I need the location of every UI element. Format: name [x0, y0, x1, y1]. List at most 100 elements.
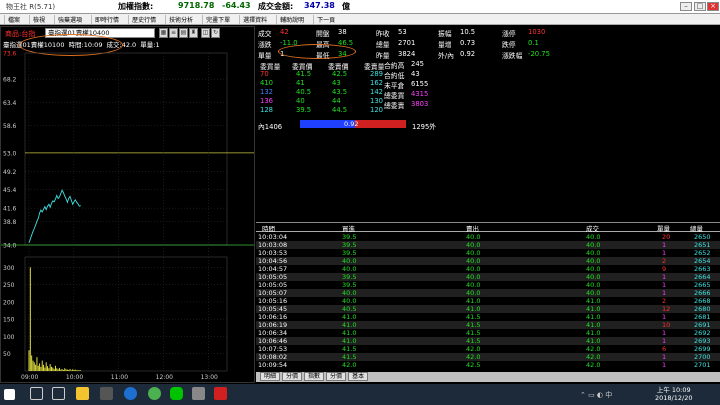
toolbar-shop-icon[interactable]: ♜ — [189, 28, 198, 38]
clock-date: 2018/12/20 — [655, 394, 693, 402]
trade-cell: 40.0 — [466, 289, 481, 297]
taskbar-clock[interactable]: 上午 10:09 2018/12/20 — [655, 386, 692, 402]
trade-cell: 2666 — [694, 289, 711, 297]
inner-volume: 內1406 — [258, 123, 283, 131]
close-icon[interactable]: × — [707, 2, 719, 11]
tab-price-dist-2[interactable]: 分價 — [326, 372, 347, 381]
trade-row[interactable]: 10:06:19 41.0 41.5 41.0 10 2691 — [256, 321, 720, 329]
price-point — [30, 238, 31, 240]
taskbar: ⌃ ▭ ◐ 中 上午 10:09 2018/12/20 — [0, 384, 720, 405]
price-point — [53, 201, 55, 203]
task-view-icon[interactable] — [52, 387, 65, 400]
windows-start-icon[interactable] — [4, 389, 15, 400]
outer-volume: 1295外 — [412, 123, 437, 131]
trade-row[interactable]: 10:04:56 40.0 40.0 40.0 2 2654 — [256, 257, 720, 265]
trade-row[interactable]: 10:06:46 41.0 41.5 41.0 1 2693 — [256, 337, 720, 345]
tab-index[interactable]: 指數 — [304, 372, 325, 381]
store-icon[interactable] — [100, 387, 113, 400]
minimize-icon[interactable]: – — [680, 2, 692, 11]
trade-cell: 41.0 — [586, 337, 601, 345]
trade-cell: 10:05:45 — [258, 305, 288, 313]
menu-item-technical[interactable]: 技術分析 — [165, 14, 196, 24]
menu-item-help[interactable]: 輔助說明 — [276, 14, 307, 24]
trade-cell: 10:09:54 — [258, 361, 288, 369]
toolbar-grid-icon[interactable]: ▤ — [179, 28, 188, 38]
menu-item-next[interactable]: 下一頁 — [313, 14, 338, 24]
price-tick-label: 49.2 — [3, 169, 17, 176]
col-total: 總量 — [690, 225, 703, 233]
toolbar-tool-icon[interactable]: ◫ — [201, 28, 210, 38]
amount-value: 347.38 — [304, 1, 335, 10]
menu-item-view[interactable]: 檢視 — [29, 14, 48, 24]
menu-item-options[interactable]: 強棄選項 — [54, 14, 85, 24]
ie-browser-icon[interactable] — [124, 387, 137, 400]
quote-value-0-0: 42 — [280, 28, 289, 36]
bid-price: 40.5 — [296, 88, 312, 96]
app-icon[interactable] — [192, 387, 205, 400]
index-change: -64.43 — [222, 1, 251, 10]
trade-row[interactable]: 10:06:16 41.0 41.5 41.0 1 2681 — [256, 313, 720, 321]
trade-row[interactable]: 10:03:04 39.5 40.0 40.0 20 2650 — [256, 233, 720, 241]
ime-indicator[interactable]: 中 — [605, 391, 612, 399]
file-explorer-icon[interactable] — [76, 387, 89, 400]
trade-row[interactable]: 10:06:34 41.0 41.5 41.0 1 2692 — [256, 329, 720, 337]
line-app-icon[interactable] — [170, 387, 183, 400]
toolbar-chart-icon[interactable]: ▦ — [159, 28, 168, 38]
stat-value: 6155 — [411, 80, 429, 88]
chrome-icon[interactable] — [148, 387, 161, 400]
menu-item-file[interactable]: 檔案 — [4, 14, 23, 24]
trade-cell: 40.0 — [586, 265, 601, 273]
trade-cell: 10:04:56 — [258, 257, 288, 265]
trade-cell: 2665 — [694, 281, 711, 289]
bid-qty: 410 — [260, 79, 273, 87]
trade-cell: 39.5 — [342, 273, 357, 281]
trade-cell: 41.5 — [342, 353, 357, 361]
menu-item-history[interactable]: 歷史行情 — [128, 14, 159, 24]
tab-detail[interactable]: 明細 — [260, 372, 281, 381]
tab-price-dist[interactable]: 分價 — [282, 372, 303, 381]
trade-row[interactable]: 10:04:57 40.0 40.0 40.0 9 2663 — [256, 265, 720, 273]
search-icon[interactable] — [30, 387, 43, 400]
trade-row[interactable]: 10:08:02 41.5 42.0 42.0 1 2700 — [256, 353, 720, 361]
price-point — [41, 211, 43, 213]
trade-row[interactable]: 10:03:53 39.5 40.0 40.0 1 2652 — [256, 249, 720, 257]
trade-row[interactable]: 10:09:54 42.0 42.5 42.0 1 2701 — [256, 361, 720, 369]
price-point — [63, 192, 64, 193]
menu-item-realtime[interactable]: 即時行情 — [91, 14, 122, 24]
index-value: 9718.78 — [178, 1, 215, 10]
trading-app-icon[interactable] — [214, 387, 227, 400]
trade-row[interactable]: 10:05:05 39.5 40.0 40.0 1 2664 — [256, 273, 720, 281]
price-point — [73, 201, 75, 203]
menu-item-order[interactable]: 完畫下單 — [202, 14, 233, 24]
trade-row[interactable]: 10:05:05 39.5 40.0 40.0 1 2665 — [256, 281, 720, 289]
trade-cell: 6 — [662, 345, 667, 353]
toolbar-list-icon[interactable]: ≡ — [169, 28, 178, 38]
trade-cell: 40.0 — [342, 265, 357, 273]
quote-value-2-4: -20.75 — [528, 50, 550, 58]
trade-cell: 2692 — [694, 329, 711, 337]
trade-row[interactable]: 10:07:53 41.5 42.0 42.0 6 2699 — [256, 345, 720, 353]
toolbar-refresh-icon[interactable]: ↻ — [211, 28, 220, 38]
system-tray[interactable]: ⌃ ▭ ◐ 中 — [580, 390, 612, 400]
ask-price: 43 — [332, 79, 341, 87]
trade-row[interactable]: 10:05:16 40.0 41.0 41.0 2 2668 — [256, 297, 720, 305]
price-point — [47, 205, 48, 207]
price-point — [69, 196, 71, 197]
price-point — [51, 203, 52, 204]
trade-cell: 40.0 — [466, 281, 481, 289]
price-point — [35, 224, 36, 226]
price-point — [76, 202, 77, 203]
stat-value: 43 — [411, 70, 420, 78]
trade-cell: 40.0 — [586, 273, 601, 281]
price-point — [60, 193, 62, 194]
maximize-icon[interactable]: □ — [694, 2, 706, 11]
tab-basic[interactable]: 基本 — [348, 372, 369, 381]
trade-row[interactable]: 10:05:07 40.0 40.0 40.0 1 2666 — [256, 289, 720, 297]
menu-item-select[interactable]: 選擇資料 — [239, 14, 270, 24]
trade-row[interactable]: 10:05:45 40.5 41.0 41.0 12 2680 — [256, 305, 720, 313]
trade-row[interactable]: 10:03:08 39.5 40.0 40.0 1 2651 — [256, 241, 720, 249]
trade-cell: 10:05:05 — [258, 281, 288, 289]
price-tick-label: 34.0 — [3, 243, 17, 250]
col-trade: 成交 — [586, 225, 599, 233]
trade-cell: 10:05:07 — [258, 289, 288, 297]
